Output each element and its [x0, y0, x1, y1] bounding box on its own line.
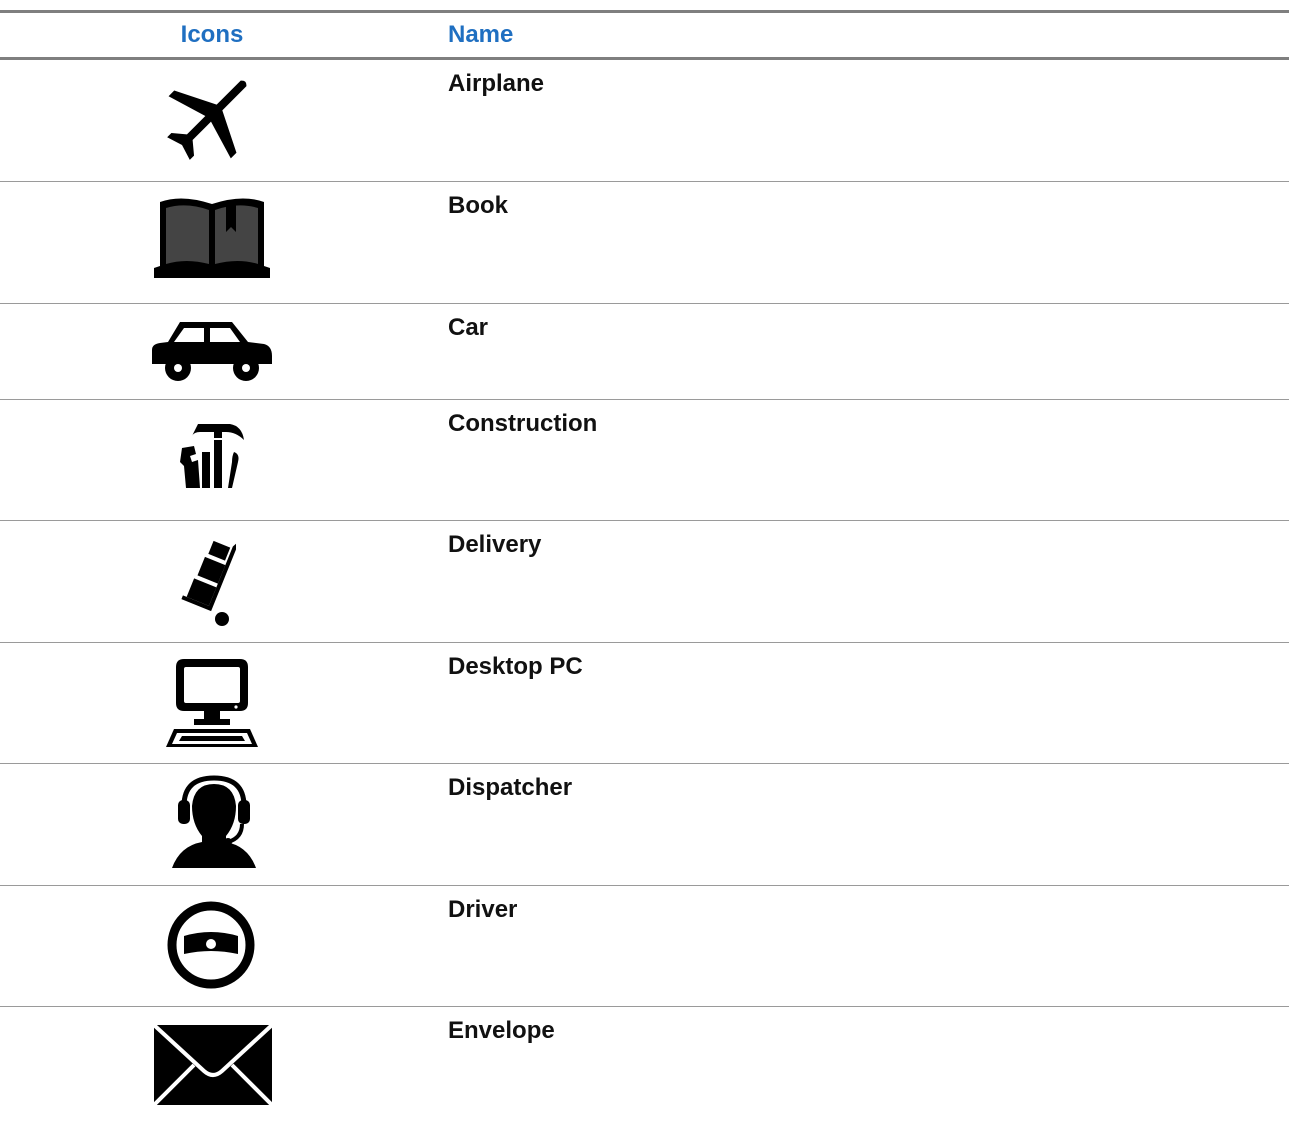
icon-cell	[0, 304, 424, 399]
icon-cell	[0, 521, 424, 642]
table-row: Dispatcher	[0, 764, 1289, 886]
car-icon	[152, 322, 272, 381]
table-row: Driver	[0, 886, 1289, 1007]
dispatcher-icon	[172, 775, 256, 868]
icon-cell	[0, 400, 424, 520]
header-name: Name	[448, 21, 514, 48]
row-name: Desktop PC	[448, 653, 583, 680]
row-name: Dispatcher	[448, 774, 573, 801]
row-name: Envelope	[448, 1017, 555, 1044]
icon-cell	[0, 182, 424, 303]
table-row: Car	[0, 304, 1289, 400]
delivery-icon	[181, 540, 236, 626]
row-name: Driver	[448, 896, 518, 923]
table-header: Icons Name	[0, 10, 1289, 60]
airplane-icon	[167, 80, 247, 160]
icon-cell	[0, 1007, 424, 1119]
table-row: Desktop PC	[0, 643, 1289, 764]
table-row: Book	[0, 182, 1289, 304]
header-icons: Icons	[180, 21, 244, 48]
row-name: Car	[448, 314, 489, 341]
desktop-pc-icon	[166, 659, 258, 747]
icon-cell	[0, 886, 424, 1006]
icon-cell	[0, 60, 424, 181]
row-name: Book	[448, 192, 508, 219]
table-row: Envelope	[0, 1007, 1289, 1119]
table-row: Construction	[0, 400, 1289, 521]
table-row: Delivery	[0, 521, 1289, 643]
row-name: Construction	[448, 410, 598, 437]
book-icon	[154, 198, 270, 278]
envelope-icon	[154, 1025, 272, 1105]
icon-cell	[0, 643, 424, 763]
icon-cell	[0, 764, 424, 885]
row-name: Delivery	[448, 531, 542, 558]
icons-table: Icons Name Airplane Book Car Constructio…	[0, 10, 1289, 1119]
driver-icon	[167, 901, 255, 989]
construction-icon	[180, 424, 244, 488]
table-row: Airplane	[0, 60, 1289, 182]
row-name: Airplane	[448, 70, 545, 97]
